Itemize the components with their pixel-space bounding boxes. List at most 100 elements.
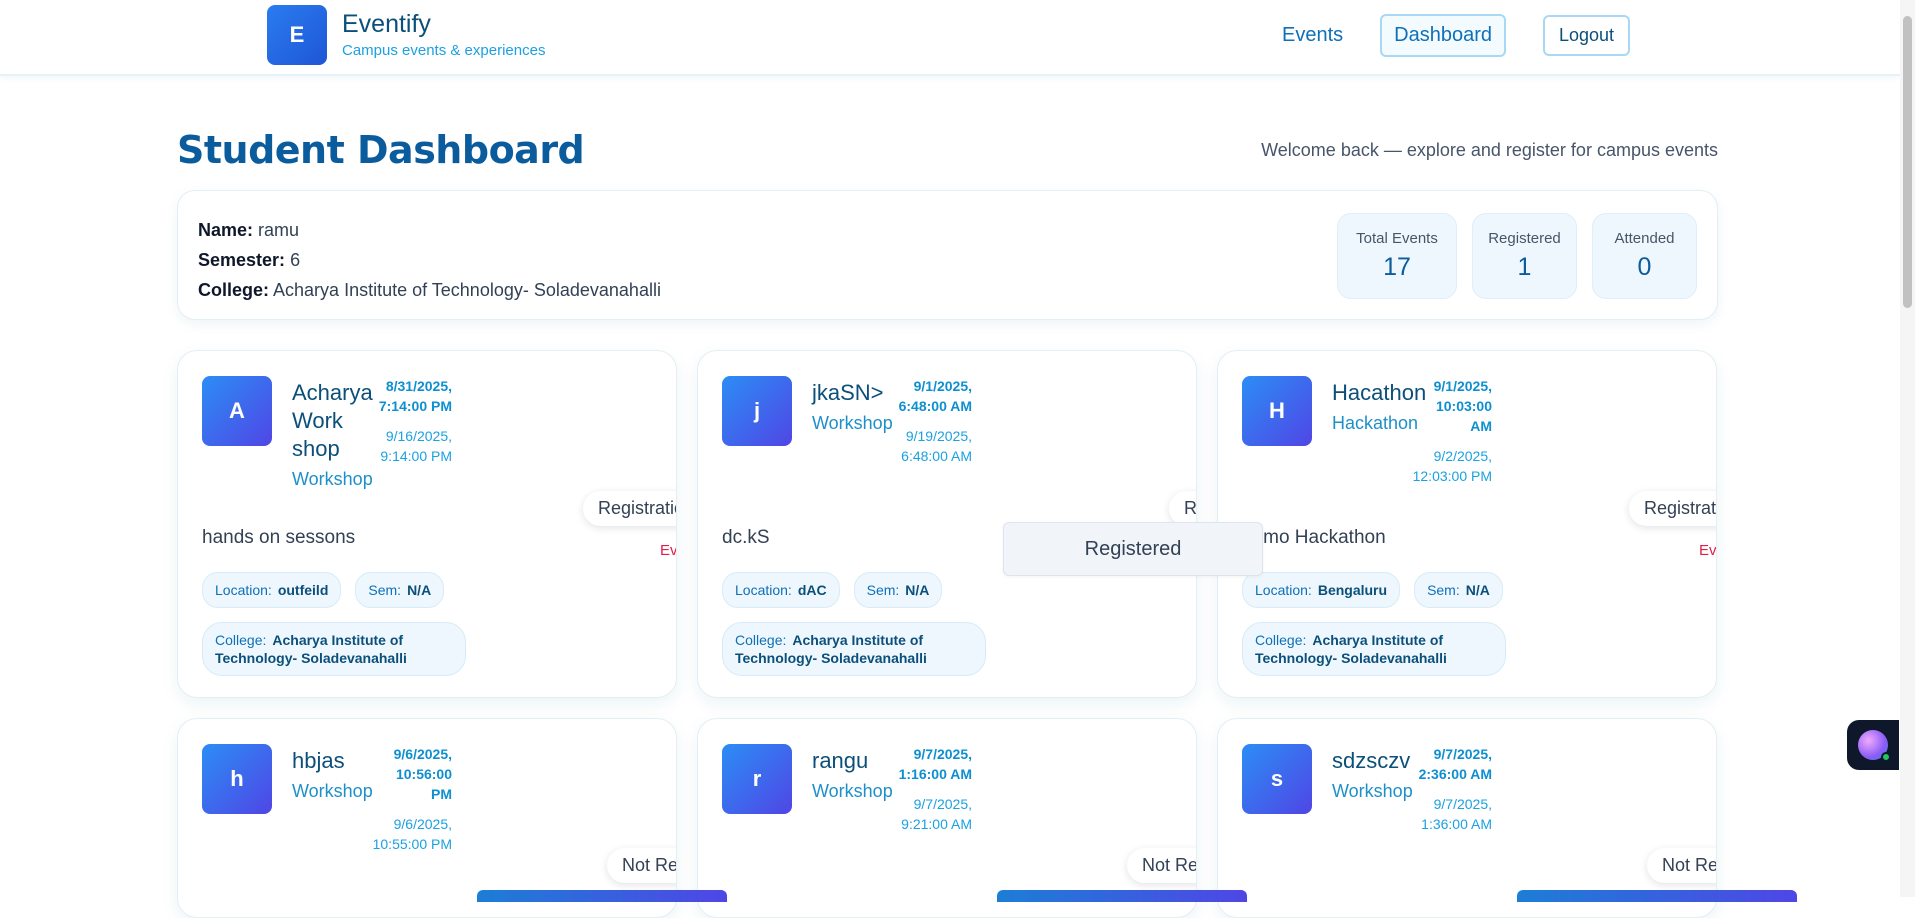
chip-value: Bengaluru xyxy=(1317,582,1388,598)
event-avatar: r xyxy=(722,744,792,814)
chip-label: Sem: xyxy=(1427,582,1460,598)
stat-label: Total Events xyxy=(1356,230,1438,247)
stat-attended: Attended 0 xyxy=(1592,213,1697,299)
chip-value: N/A xyxy=(407,582,432,598)
registered-button[interactable]: Registered xyxy=(1003,522,1263,576)
event-description: demo Hackathon xyxy=(1242,527,1386,548)
main-nav: Events Dashboard Logout xyxy=(1270,14,1631,57)
sem-chip: Sem: N/A xyxy=(1414,572,1503,608)
event-card[interactable]: s sdzsczv Workshop 9/7/2025, 2:36:00 AM … xyxy=(1217,718,1717,918)
event-category: Workshop xyxy=(292,469,373,489)
event-title-text: rangu xyxy=(812,748,869,773)
chip-label: Sem: xyxy=(368,582,402,598)
event-start-date: 9/7/2025, 2:36:00 AM xyxy=(1418,746,1492,782)
chip-label: Sem: xyxy=(866,582,900,598)
event-chips: Location: Bengaluru Sem: N/A College: Acharya… xyxy=(1242,572,1532,690)
chip-label: Location: xyxy=(735,582,792,598)
event-end-date: 9/16/2025, 9:14:00 PM xyxy=(380,428,452,464)
event-dates: 8/31/2025, 7:14:00 PM 9/16/2025, 9:14:00… xyxy=(372,376,452,466)
stat-registered: Registered 1 xyxy=(1472,213,1577,299)
chip-value: dAC xyxy=(797,582,827,598)
logout-button[interactable]: Logout xyxy=(1543,15,1631,56)
online-status-icon xyxy=(1881,752,1891,762)
event-avatar: j xyxy=(722,376,792,446)
stat-value: 1 xyxy=(1517,253,1532,281)
stat-value: 17 xyxy=(1383,253,1411,281)
registration-status-badge: Not Regis xyxy=(607,848,676,883)
register-button[interactable] xyxy=(1517,890,1797,902)
chip-value: outfeild xyxy=(277,582,329,598)
nav-dashboard-link[interactable]: Dashboard xyxy=(1380,14,1506,57)
profile-card: Name: ramu Semester: 6 College: Acharya … xyxy=(177,190,1718,320)
profile-semester-row: Semester: 6 xyxy=(198,245,661,275)
event-end-date: 9/6/2025, 10:55:00 PM xyxy=(372,816,452,852)
profile-college: Acharya Institute of Technology- Soladev… xyxy=(273,280,661,300)
stat-value: 0 xyxy=(1637,253,1652,281)
profile-name-label: Name: xyxy=(198,220,254,240)
nav-events-link[interactable]: Events xyxy=(1270,16,1355,55)
event-dates: 9/7/2025, 1:16:00 AM 9/7/2025, 9:21:00 A… xyxy=(892,744,972,834)
event-start-date: 9/1/2025, 6:48:00 AM xyxy=(898,378,972,414)
event-avatar: H xyxy=(1242,376,1312,446)
event-start-date: 8/31/2025, 7:14:00 PM xyxy=(378,378,452,414)
event-description: dc.kS xyxy=(722,527,770,548)
sem-chip: Sem: N/A xyxy=(853,572,943,608)
event-dates: 9/1/2025, 6:48:00 AM 9/19/2025, 6:48:00 … xyxy=(892,376,972,466)
event-card[interactable]: r rangu Workshop 9/7/2025, 1:16:00 AM 9/… xyxy=(697,718,1197,918)
chip-label: College: xyxy=(215,632,267,648)
event-title-text: jkaSN> xyxy=(812,380,884,405)
event-title-text: hbjas xyxy=(292,748,345,773)
event-card[interactable]: h hbjas Workshop 9/6/2025, 10:56:00 PM 9… xyxy=(177,718,677,918)
event-end-date: 9/7/2025, 1:36:00 AM xyxy=(1421,796,1492,832)
stats-group: Total Events 17 Registered 1 Attended 0 xyxy=(1337,213,1697,299)
registration-status-badge: Registration Closed xyxy=(1629,491,1716,526)
register-button[interactable] xyxy=(997,890,1247,902)
location-chip: Location: outfeild xyxy=(202,572,342,608)
registration-status-badge: Not Regis xyxy=(1127,848,1196,883)
event-title-text: Acharya Work shop xyxy=(292,380,373,461)
register-button[interactable] xyxy=(477,890,727,902)
scrollbar-thumb[interactable] xyxy=(1903,16,1912,308)
event-title-text: sdzsczv xyxy=(1332,748,1411,773)
registration-status-badge: Not Registered xyxy=(1647,848,1716,883)
stat-total-events: Total Events 17 xyxy=(1337,213,1457,299)
profile-college-row: College: Acharya Institute of Technology… xyxy=(198,275,661,305)
event-dates: 9/6/2025, 10:56:00 PM 9/6/2025, 10:55:00… xyxy=(372,744,452,854)
profile-semester-label: Semester: xyxy=(198,250,286,270)
chat-assistant-button[interactable] xyxy=(1847,720,1899,770)
top-navbar: E Eventify Campus events & experiences E… xyxy=(0,0,1900,76)
chip-label: College: xyxy=(1255,632,1307,648)
chip-value: N/A xyxy=(905,582,930,598)
brand-name: Eventify xyxy=(342,10,431,38)
page-title: Student Dashboard xyxy=(177,128,585,172)
location-chip: Location: Bengaluru xyxy=(1242,572,1401,608)
event-end-date: 9/19/2025, 6:48:00 AM xyxy=(901,428,972,464)
event-avatar: h xyxy=(202,744,272,814)
event-completed-label: Event xyxy=(660,542,677,559)
chip-label: College: xyxy=(735,632,787,648)
event-card[interactable]: H Hacathon Hackathon 9/1/2025, 10:03:00 … xyxy=(1217,350,1717,698)
event-end-date: 9/7/2025, 9:21:00 AM xyxy=(901,796,972,832)
brand[interactable]: E Eventify Campus events & experiences xyxy=(267,5,545,65)
event-card[interactable]: A Acharya Work shop Workshop 8/31/2025, … xyxy=(177,350,677,698)
event-description: hands on sessons xyxy=(202,527,356,548)
profile-name-row: Name: ramu xyxy=(198,215,661,245)
event-start-date: 9/1/2025, 10:03:00 AM xyxy=(1433,378,1492,434)
profile-name: ramu xyxy=(258,220,300,240)
welcome-text: Welcome back — explore and register for … xyxy=(1261,140,1718,160)
brand-tagline: Campus events & experiences xyxy=(342,42,546,59)
registration-status-badge: Registration xyxy=(583,491,676,526)
event-chips: Location: dAC Sem: N/A College: Acharya Insti… xyxy=(722,572,1012,690)
college-chip: College: Acharya Institute of Technology-… xyxy=(1242,622,1506,676)
event-avatar: s xyxy=(1242,744,1312,814)
assistant-avatar-icon xyxy=(1858,730,1891,762)
location-chip: Location: dAC xyxy=(722,572,840,608)
profile-college-label: College: xyxy=(198,280,270,300)
brand-logo: E xyxy=(267,5,327,65)
event-dates: 9/7/2025, 2:36:00 AM 9/7/2025, 1:36:00 A… xyxy=(1412,744,1492,834)
registration-status-badge: Regi xyxy=(1169,491,1196,526)
chip-label: Location: xyxy=(215,582,272,598)
chip-value: N/A xyxy=(1465,582,1490,598)
profile-semester: 6 xyxy=(290,250,301,270)
stat-label: Attended xyxy=(1614,230,1675,247)
